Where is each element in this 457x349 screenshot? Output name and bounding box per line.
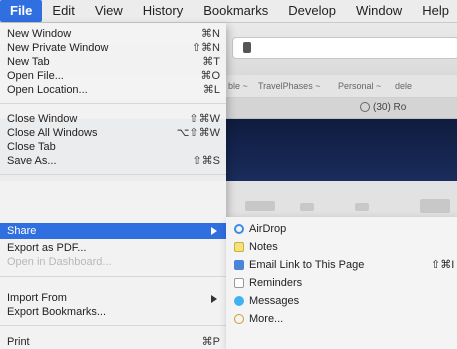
- menu-item-close-window[interactable]: Close Window ⇧⌘W: [0, 112, 226, 126]
- menu-item-open-location[interactable]: Open Location... ⌘L: [0, 83, 226, 97]
- menu-item-open-file[interactable]: Open File... ⌘O: [0, 69, 226, 83]
- submenu-arrow-icon: [211, 227, 217, 235]
- menu-item-new-window[interactable]: New Window ⌘N: [0, 27, 226, 41]
- notes-icon: [234, 242, 244, 252]
- favorite-item[interactable]: dele: [395, 81, 412, 91]
- menu-item-import-from[interactable]: Import From: [0, 291, 226, 305]
- favorite-item[interactable]: Personal ~: [338, 81, 381, 91]
- share-submenu: AirDrop Notes Email Link to This Page ⇧⌘…: [226, 217, 457, 349]
- page-nav-item: [355, 203, 369, 211]
- menu-item-export-bookmarks[interactable]: Export Bookmarks...: [0, 305, 226, 319]
- tab-title[interactable]: (30) Ro: [373, 102, 406, 113]
- address-bar[interactable]: [232, 37, 457, 59]
- menu-item-new-tab[interactable]: New Tab ⌘T: [0, 55, 226, 69]
- menu-edit[interactable]: Edit: [42, 0, 84, 22]
- file-menu: New Window ⌘N New Private Window ⇧⌘N New…: [0, 23, 226, 349]
- submenu-arrow-icon: [211, 295, 217, 303]
- menu-separator: [0, 174, 226, 175]
- menu-separator: [0, 276, 226, 277]
- mail-icon: [234, 260, 244, 270]
- menu-item-share[interactable]: Share: [0, 223, 226, 239]
- page-nav-item: [300, 203, 314, 211]
- menu-view[interactable]: View: [85, 0, 133, 22]
- menu-item-new-private-window[interactable]: New Private Window ⇧⌘N: [0, 41, 226, 55]
- menu-bar: File Edit View History Bookmarks Develop…: [0, 0, 457, 23]
- menu-item-open-dashboard: Open in Dashboard...: [7, 256, 112, 268]
- messages-icon: [234, 296, 244, 306]
- menu-file[interactable]: File: [0, 0, 43, 22]
- menu-separator: [0, 103, 226, 104]
- share-item-airdrop[interactable]: AirDrop: [226, 221, 457, 237]
- menu-item-close-tab[interactable]: Close Tab: [0, 140, 226, 154]
- lock-icon: [243, 42, 251, 53]
- reminders-icon: [234, 278, 244, 288]
- share-item-more[interactable]: More...: [226, 311, 457, 327]
- menu-item-close-all-windows[interactable]: Close All Windows ⌥⇧⌘W: [0, 126, 226, 140]
- menu-window[interactable]: Window: [346, 0, 412, 22]
- share-item-reminders[interactable]: Reminders: [226, 275, 457, 291]
- menu-history[interactable]: History: [133, 0, 193, 22]
- menu-develop[interactable]: Develop: [278, 0, 346, 22]
- menu-item-save-as[interactable]: Save As... ⇧⌘S: [0, 154, 226, 168]
- favorite-item[interactable]: TravelPhases ~: [258, 81, 320, 91]
- menu-bookmarks[interactable]: Bookmarks: [193, 0, 278, 22]
- favorite-item[interactable]: ble ~: [228, 81, 248, 91]
- tab-favicon-icon: [360, 102, 370, 112]
- menu-item-export-pdf[interactable]: Export as PDF...: [0, 241, 226, 255]
- more-icon: [234, 314, 244, 324]
- menu-item-print[interactable]: Print ⌘P: [0, 335, 226, 349]
- page-nav-item: [420, 199, 450, 213]
- menu-separator: [0, 325, 226, 326]
- share-item-notes[interactable]: Notes: [226, 239, 457, 255]
- page-nav-item: [245, 201, 275, 211]
- share-item-messages[interactable]: Messages: [226, 293, 457, 309]
- share-item-email-link[interactable]: Email Link to This Page ⇧⌘I: [226, 257, 457, 273]
- airdrop-icon: [234, 224, 244, 234]
- menu-help[interactable]: Help: [412, 0, 457, 22]
